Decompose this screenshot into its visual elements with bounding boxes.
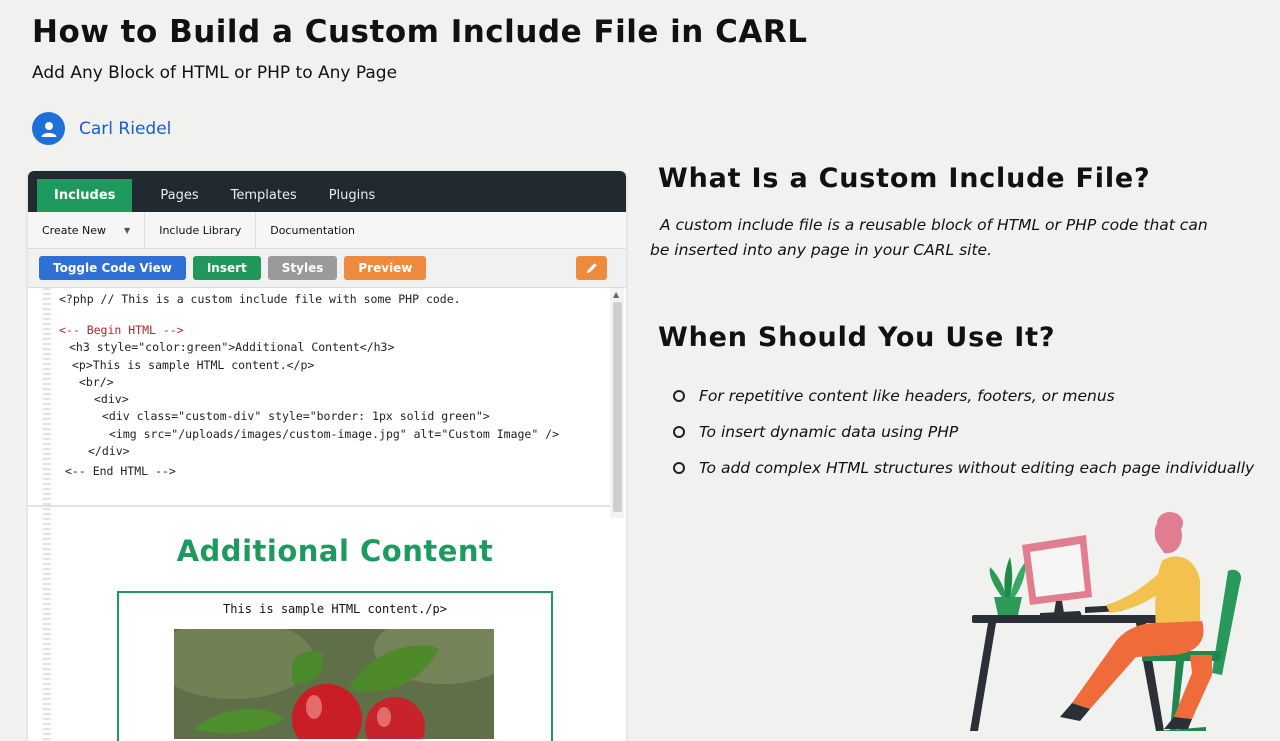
code-line: <br/>: [79, 375, 114, 389]
article-title: How to Build a Custom Include File in CA…: [32, 14, 808, 50]
scrollbar-thumb[interactable]: [613, 302, 622, 512]
list-item: To add complex HTML structures without e…: [673, 450, 1254, 486]
code-line: <div class="custom-div" style="border: 1…: [102, 409, 490, 423]
code-line: <img src="/uploads/images/custom-image.j…: [109, 427, 560, 441]
create-new-label: Create New: [42, 223, 107, 237]
bullet-circle-icon: [673, 462, 685, 474]
what-section-text: A custom include file is a reusable bloc…: [650, 216, 1208, 259]
edit-pencil-button[interactable]: [576, 256, 607, 280]
rendered-preview: Additional Content This is sample HTML c…: [52, 509, 610, 741]
list-item-text: To insert dynamic data using PHP: [699, 423, 959, 441]
tab-includes[interactable]: Includes: [37, 179, 133, 212]
styles-button[interactable]: Styles: [267, 256, 338, 280]
editor-toolbar: Toggle Code View Insert Styles Preview: [28, 249, 626, 288]
bullet-circle-icon: [673, 390, 685, 402]
when-section-heading: When Should You Use It?: [658, 322, 1056, 353]
code-line: <-- End HTML -->: [65, 464, 176, 478]
code-line: <p>This is sample HTML content.</p>: [72, 358, 315, 372]
chevron-up-icon[interactable]: ▲: [613, 290, 619, 299]
cms-subnav: Create New ▼ Include Library Documentati…: [28, 212, 626, 249]
code-scrollbar[interactable]: ▲: [610, 288, 624, 518]
preview-custom-div: This is sample HTML content./p>: [117, 591, 553, 741]
what-section-heading: What Is a Custom Include File?: [658, 163, 1151, 194]
list-item: To insert dynamic data using PHP: [673, 414, 1254, 450]
author-name-link[interactable]: Carl Riedel: [79, 119, 171, 139]
author-byline: Carl Riedel: [32, 112, 171, 145]
code-editor[interactable]: <?php // This is a custom include file w…: [28, 288, 610, 741]
pencil-icon: [586, 263, 597, 273]
code-line: <?php // This is a custom include file w…: [59, 292, 461, 306]
user-avatar-icon: [32, 112, 65, 145]
list-item: For repetitive content like headers, foo…: [673, 378, 1254, 414]
toggle-code-view-button[interactable]: Toggle Code View: [39, 256, 186, 280]
preview-text: This is sample HTML content./p>: [223, 602, 447, 616]
when-list: For repetitive content like headers, foo…: [673, 378, 1254, 486]
article-subtitle: Add Any Block of HTML or PHP to Any Page: [32, 63, 398, 83]
include-library-link[interactable]: Include Library: [145, 212, 257, 248]
line-number-gutter: [43, 288, 51, 741]
bullet-circle-icon: [673, 426, 685, 438]
insert-button[interactable]: Insert: [192, 256, 261, 280]
custom-image: [174, 629, 494, 739]
list-item-text: To add complex HTML structures without e…: [699, 459, 1255, 477]
code-line: <div>: [94, 392, 129, 406]
code-line: <-- Begin HTML -->: [59, 323, 184, 337]
tab-plugins[interactable]: Plugins: [313, 179, 392, 212]
documentation-link[interactable]: Documentation: [256, 212, 369, 248]
person-at-desk-illustration: [960, 505, 1270, 735]
chevron-down-icon: ▼: [124, 225, 131, 235]
code-line: </div>: [88, 444, 130, 458]
code-line: <h3 style="color:green">Additional Conte…: [69, 340, 395, 354]
tab-templates[interactable]: Templates: [215, 179, 313, 212]
create-new-dropdown[interactable]: Create New ▼: [28, 212, 146, 248]
cms-editor-panel: Includes Pages Templates Plugins Create …: [28, 171, 626, 741]
tab-pages[interactable]: Pages: [144, 179, 214, 212]
preview-heading: Additional Content: [176, 534, 494, 568]
preview-button[interactable]: Preview: [344, 256, 427, 280]
cms-tab-bar: Includes Pages Templates Plugins: [28, 171, 626, 212]
list-item-text: For repetitive content like headers, foo…: [699, 387, 1115, 405]
